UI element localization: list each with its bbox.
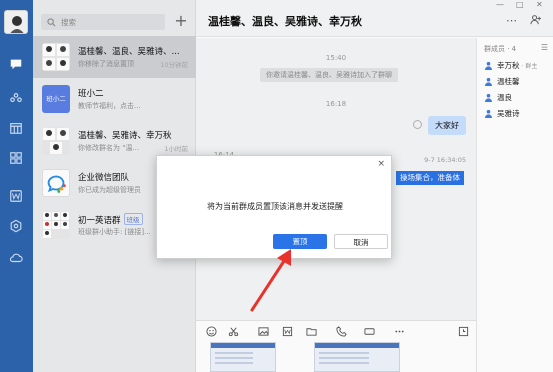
dialog-message: 将为当前群成员置顶该消息并发送提醒 [207,202,343,211]
close-icon[interactable]: × [377,159,385,169]
cancel-button[interactable]: 取消 [334,234,388,249]
annotation-arrow-icon [250,249,291,312]
